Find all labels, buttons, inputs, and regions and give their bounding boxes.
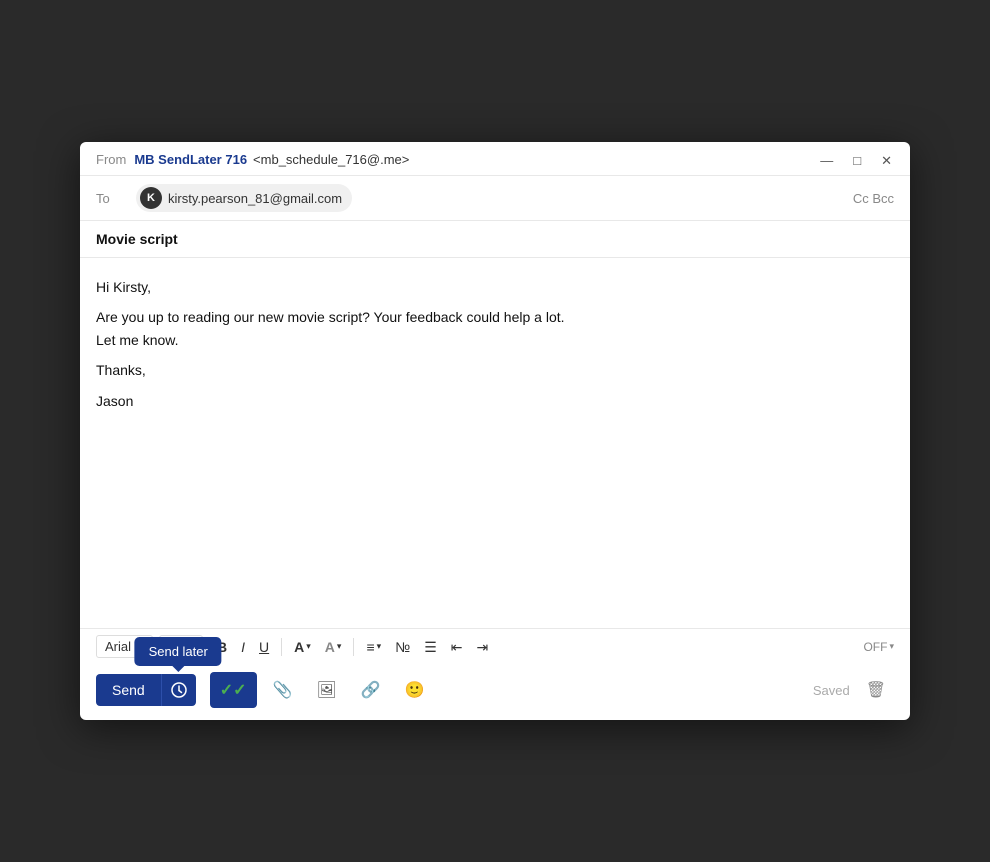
body-paragraph: Are you up to reading our new movie scri… (96, 306, 894, 351)
bold-button[interactable]: B (211, 636, 233, 658)
body-signature: Jason (96, 390, 894, 412)
to-label: To (96, 191, 126, 206)
body-thanks: Thanks, (96, 359, 894, 381)
saved-status: Saved (813, 683, 850, 698)
image-button[interactable]: 🖼 (308, 674, 344, 706)
separator-2 (353, 638, 354, 656)
link-icon: 🔗 (361, 682, 381, 699)
action-bar: Send Send later ✓✓ 📎 (80, 664, 910, 720)
indent-decrease-button[interactable]: ⇤ (445, 636, 469, 658)
minimize-button[interactable]: — (816, 152, 837, 169)
cc-bcc-button[interactable]: Cc Bcc (853, 191, 894, 206)
recipient-email: kirsty.pearson_81@gmail.com (168, 191, 342, 206)
title-bar: From MB SendLater 716 <mb_schedule_716@.… (80, 142, 910, 176)
email-body[interactable]: Hi Kirsty, Are you up to reading our new… (80, 258, 910, 628)
send-later-container: Send later (161, 674, 196, 706)
body-line2: Are you up to reading our new movie scri… (96, 309, 565, 325)
close-button[interactable]: ✕ (877, 152, 896, 169)
spellcheck-button[interactable]: ✓✓ (210, 672, 257, 708)
body-line3: Let me know. (96, 332, 179, 348)
indent-increase-button[interactable]: ⇥ (470, 636, 494, 658)
emoji-icon: 🙂 (405, 682, 425, 699)
send-group: Send Send later (96, 674, 196, 706)
font-selector[interactable]: Arial (96, 635, 153, 658)
separator-1 (281, 638, 282, 656)
clock-icon (171, 682, 187, 698)
send-later-button[interactable] (161, 674, 196, 706)
formatting-toolbar: Arial 10 B I U A ▾ A ▾ ≡ ▾ № ☰ (80, 628, 910, 664)
unordered-list-button[interactable]: ☰ (418, 636, 443, 658)
image-icon: 🖼 (316, 682, 336, 699)
attach-button[interactable]: 📎 (265, 674, 301, 706)
align-button[interactable]: ≡ ▾ (360, 636, 387, 658)
subject-text: Movie script (96, 231, 178, 247)
attach-icon: 📎 (273, 682, 293, 699)
underline-button[interactable]: U (253, 636, 275, 658)
font-size-selector[interactable]: 10 (159, 635, 203, 658)
send-label: Send (112, 682, 145, 698)
from-label: From (96, 152, 126, 167)
highlight-button[interactable]: A ▾ (319, 636, 348, 658)
off-badge: OFF ▾ (863, 640, 894, 654)
delete-button[interactable]: 🗑 (858, 674, 894, 706)
subject-row: Movie script (80, 221, 910, 258)
off-label: OFF (863, 640, 887, 654)
link-button[interactable]: 🔗 (353, 674, 389, 706)
emoji-button[interactable]: 🙂 (397, 674, 433, 706)
window-controls: — □ ✕ (816, 152, 896, 169)
to-row: To K kirsty.pearson_81@gmail.com Cc Bcc (80, 176, 910, 221)
trash-icon: 🗑 (866, 682, 886, 699)
recipient-chip[interactable]: K kirsty.pearson_81@gmail.com (136, 184, 352, 212)
recipient-avatar: K (140, 187, 162, 209)
highlight-arrow: ▾ (337, 642, 342, 651)
sender-email: <mb_schedule_716@.me> (253, 152, 409, 167)
ordered-list-button[interactable]: № (389, 636, 416, 658)
text-color-arrow: ▾ (306, 642, 311, 651)
off-arrow: ▾ (889, 641, 894, 652)
sender-name: MB SendLater 716 (134, 152, 247, 167)
maximize-button[interactable]: □ (849, 152, 865, 169)
text-color-button[interactable]: A ▾ (288, 636, 317, 658)
italic-button[interactable]: I (235, 636, 251, 658)
body-greeting: Hi Kirsty, (96, 276, 894, 298)
check-icon: ✓✓ (220, 680, 247, 700)
compose-window: From MB SendLater 716 <mb_schedule_716@.… (80, 142, 910, 720)
send-button[interactable]: Send (96, 674, 161, 706)
